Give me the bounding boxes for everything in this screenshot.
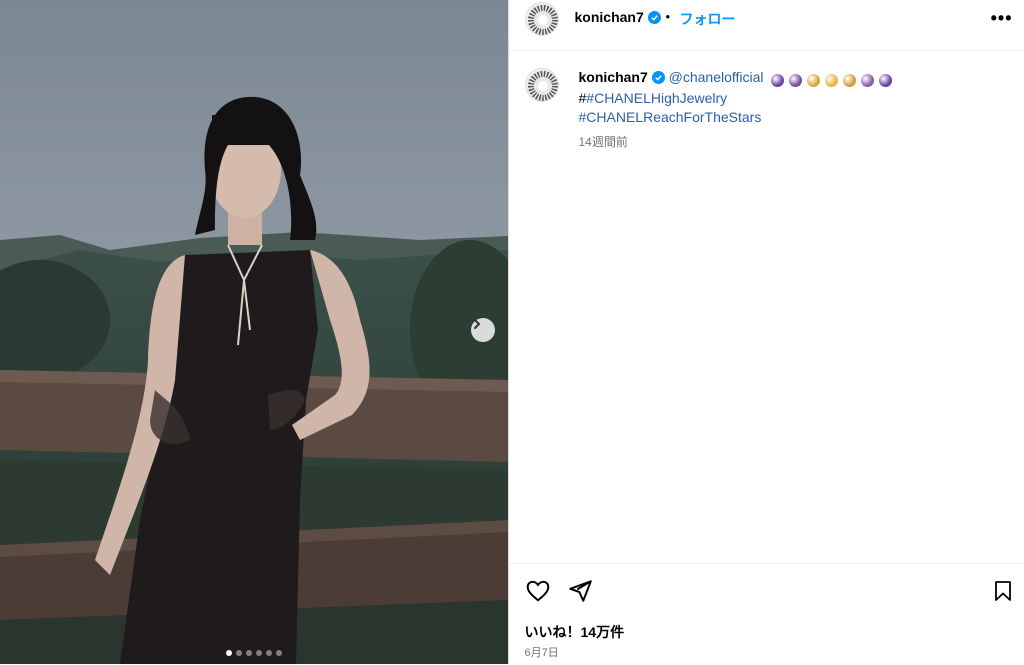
photo (0, 0, 508, 664)
verified-badge-icon (648, 11, 661, 24)
heart-icon[interactable] (525, 578, 551, 604)
verified-badge-icon (652, 71, 665, 84)
carousel-dot (246, 650, 252, 656)
action-bar: いいね！14万件 6月7日 (509, 563, 1024, 665)
caption-line-1: konichan7 @chanelofficial (579, 68, 999, 89)
moon-emoji-icon (843, 74, 856, 87)
hashtag-link[interactable]: #CHANELHighJewelry (586, 90, 727, 106)
separator: • (666, 9, 671, 24)
hashtag-link[interactable]: #CHANELReachForTheStars (579, 109, 762, 125)
caption-username[interactable]: konichan7 (579, 69, 648, 85)
post-view: konichan7 • フォロー ••• konichan7 @chanelof… (0, 0, 1024, 664)
carousel-dot (266, 650, 272, 656)
caption-line-2: ##CHANELHighJewelry (579, 89, 999, 108)
carousel-dot (256, 650, 262, 656)
moon-emoji-icon (879, 74, 892, 87)
moon-emoji-icon (807, 74, 820, 87)
avatar-image (526, 3, 559, 36)
moon-emoji-row (771, 70, 897, 89)
avatar[interactable] (525, 2, 559, 36)
moon-emoji-icon (861, 74, 874, 87)
carousel-indicator (0, 650, 508, 656)
chevron-right-icon (471, 318, 483, 330)
post-sidebar: konichan7 • フォロー ••• konichan7 @chanelof… (508, 0, 1024, 664)
carousel-dot (276, 650, 282, 656)
post-header: konichan7 • フォロー ••• (509, 0, 1024, 51)
action-icons (525, 578, 593, 604)
caption-avatar[interactable] (525, 68, 559, 102)
caption-timestamp[interactable]: 14週間前 (579, 133, 999, 152)
post-date[interactable]: 6月7日 (525, 644, 559, 660)
moon-emoji-icon (825, 74, 838, 87)
bookmark-icon[interactable] (991, 578, 1015, 604)
post-image[interactable] (0, 0, 508, 664)
caption-body: konichan7 @chanelofficial ##CHANELHighJe… (579, 68, 999, 152)
likes-count[interactable]: いいね！14万件 (525, 622, 625, 642)
caption-line-3: #CHANELReachForTheStars (579, 108, 999, 127)
carousel-dot (226, 650, 232, 656)
moon-emoji-icon (771, 74, 784, 87)
follow-button[interactable]: フォロー (680, 9, 736, 29)
username[interactable]: konichan7 (575, 9, 661, 25)
mention-link[interactable]: @chanelofficial (669, 69, 764, 85)
more-options-button[interactable]: ••• (991, 8, 1013, 29)
username-text[interactable]: konichan7 (575, 9, 644, 25)
carousel-dot (236, 650, 242, 656)
avatar-image (526, 69, 559, 102)
next-image-button[interactable] (471, 318, 495, 342)
moon-emoji-icon (789, 74, 802, 87)
paper-plane-icon[interactable] (567, 578, 593, 604)
